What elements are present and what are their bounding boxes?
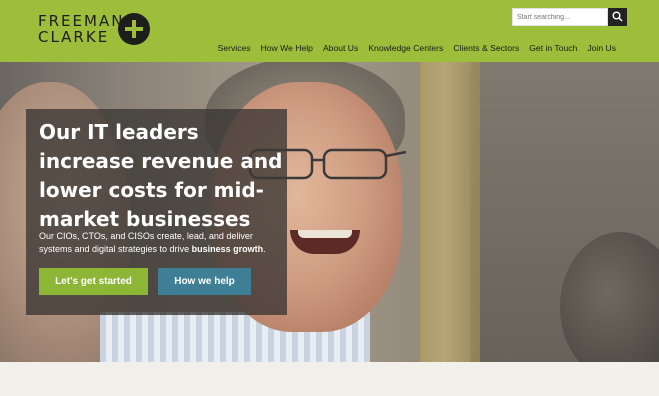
- logo-line-1: FREEMAN: [38, 12, 125, 30]
- search-icon: [612, 11, 623, 22]
- how-we-help-button[interactable]: How we help: [158, 268, 251, 295]
- plus-circle-icon: [118, 13, 150, 45]
- nav-about-us[interactable]: About Us: [318, 43, 363, 57]
- hero-subtext-emphasis: business growth: [191, 243, 264, 254]
- logo-line-2: CLARKE: [38, 28, 110, 46]
- nav-knowledge-centers[interactable]: Knowledge Centers: [363, 43, 448, 57]
- freeman-clarke-logo[interactable]: FREEMAN CLARKE: [38, 13, 150, 47]
- nav-how-we-help[interactable]: How We Help: [256, 43, 318, 57]
- hero-subtext: Our CIOs, CTOs, and CISOs create, lead, …: [39, 230, 284, 255]
- lets-get-started-button[interactable]: Let's get started: [39, 268, 148, 295]
- search-form: [512, 8, 627, 26]
- nav-services[interactable]: Services: [213, 43, 256, 57]
- search-button[interactable]: [608, 8, 627, 26]
- search-input[interactable]: [512, 8, 608, 26]
- hero-subtext-suffix: .: [263, 243, 266, 254]
- nav-join-us[interactable]: Join Us: [582, 43, 621, 57]
- main-nav: Services How We Help About Us Knowledge …: [213, 43, 621, 57]
- nav-get-in-touch[interactable]: Get in Touch: [524, 43, 582, 57]
- nav-clients-sectors[interactable]: Clients & Sectors: [448, 43, 524, 57]
- hero-person-teeth: [298, 230, 352, 238]
- logo-wordmark: FREEMAN CLARKE: [38, 13, 124, 45]
- site-header: FREEMAN CLARKE Services How We Help Abou…: [0, 0, 659, 62]
- hero-headline: Our IT leaders increase revenue and lowe…: [39, 120, 283, 231]
- hero-background-window: [420, 62, 480, 362]
